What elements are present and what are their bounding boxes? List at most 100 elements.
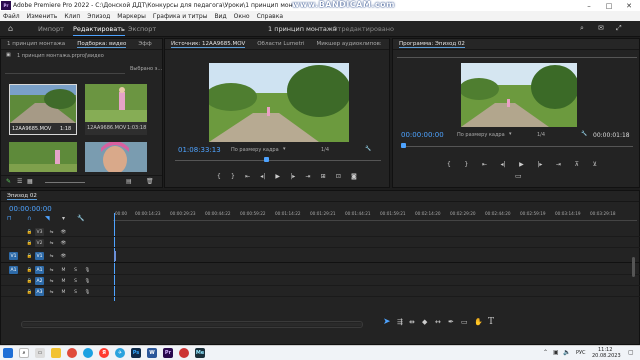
tab-effects[interactable]: Эфф (138, 41, 151, 47)
selection-tool-icon[interactable]: ➤ (383, 317, 391, 327)
timeline-ruler[interactable]: 00:00 00:00:14:23 00:00:29:23 00:00:44:2… (113, 211, 637, 221)
step-forward-icon[interactable]: |▸ (290, 172, 295, 181)
timeline-timecode[interactable]: 00:00:00:00 (9, 205, 52, 213)
sync-lock-icon[interactable]: ⇋ (47, 288, 56, 296)
yandex-icon[interactable]: Я (99, 348, 109, 358)
timeline-vertical-scrollbar[interactable] (631, 227, 636, 299)
list-view-icon[interactable]: ☰ (17, 178, 22, 185)
windows-start-icon[interactable] (3, 348, 13, 358)
source-playhead[interactable] (264, 157, 269, 162)
camera-icon[interactable]: ◙ (351, 172, 357, 181)
search-input[interactable] (5, 65, 125, 74)
program-timecode[interactable]: 00:00:00:00 (401, 131, 444, 139)
notifications-icon[interactable]: ✉ (598, 24, 604, 32)
clip-thumbnail[interactable] (9, 142, 77, 172)
go-to-in-icon[interactable]: ⇤ (482, 160, 487, 169)
new-item-icon[interactable]: ▤ (126, 178, 132, 185)
media-encoder-icon[interactable]: Me (195, 348, 205, 358)
tab-edit[interactable]: Редактировать (73, 25, 125, 36)
type-tool-icon[interactable]: T (488, 317, 494, 327)
menu-graphics[interactable]: Графика и титры (153, 13, 208, 20)
mute-button[interactable]: M (59, 277, 68, 285)
pen-tool-icon[interactable]: ✒ (448, 318, 454, 326)
mark-in-icon[interactable]: { (447, 160, 451, 169)
source-resolution-select[interactable]: 1/4 (321, 147, 329, 153)
pencil-icon[interactable]: ✎ (6, 178, 11, 185)
clip-thumbnail[interactable]: 12AA9685.MOV 1:18 (9, 84, 77, 135)
eye-icon[interactable]: 👁 (59, 239, 68, 247)
track-label[interactable]: A1 (35, 266, 44, 274)
marker-icon[interactable]: ▾ (62, 215, 65, 222)
slip-tool-icon[interactable]: ↔ (435, 318, 441, 326)
track-lock-icon[interactable]: 🔒 (25, 266, 34, 274)
chevron-down-icon[interactable]: ▾ (283, 146, 286, 152)
tab-bin[interactable]: Подборка: видео (77, 41, 127, 48)
home-icon[interactable]: ⌂ (8, 24, 13, 33)
source-patch-a1[interactable]: A1 (9, 266, 18, 274)
clip-thumbnail[interactable] (85, 142, 147, 172)
notification-center-icon[interactable]: ▢ (628, 349, 634, 356)
icon-view-icon[interactable]: ▦ (27, 178, 33, 185)
menu-window[interactable]: Окно (234, 13, 250, 20)
language-indicator[interactable]: РУС (576, 350, 586, 356)
program-playhead[interactable] (401, 143, 406, 148)
clip-on-timeline[interactable] (114, 251, 116, 261)
timeline-horizontal-scrollbar[interactable] (21, 321, 363, 328)
step-forward-icon[interactable]: |▸ (537, 160, 542, 169)
search-icon[interactable]: ⌕ (19, 348, 29, 358)
settings-wrench-icon[interactable]: 🔧 (365, 146, 371, 152)
timeline-wrench-icon[interactable]: 🔧 (77, 215, 84, 222)
play-icon[interactable]: ▶ (519, 160, 524, 169)
track-lock-icon[interactable]: 🔒 (25, 239, 34, 247)
rectangle-tool-icon[interactable]: ▭ (461, 318, 468, 326)
step-back-icon[interactable]: ◂| (500, 160, 505, 169)
track-label[interactable]: V3 (35, 228, 44, 236)
go-to-out-icon[interactable]: ⇥ (305, 172, 310, 181)
track-label[interactable]: V2 (35, 239, 44, 247)
source-video-frame[interactable] (209, 63, 349, 142)
edge-icon[interactable] (83, 348, 93, 358)
source-timecode[interactable]: 01:08:33:13 (178, 146, 221, 154)
solo-button[interactable]: S (71, 266, 80, 274)
mute-button[interactable]: M (59, 288, 68, 296)
file-explorer-icon[interactable] (51, 348, 61, 358)
solo-button[interactable]: S (71, 277, 80, 285)
track-sync-icon[interactable]: ⇋ (47, 252, 56, 260)
track-label[interactable]: A3 (35, 288, 44, 296)
program-resolution-select[interactable]: 1/4 (537, 132, 545, 138)
track-lock-icon[interactable]: 🔒 (25, 228, 34, 236)
program-video-frame[interactable] (461, 63, 577, 127)
source-patch-v1[interactable]: V1 (9, 252, 18, 260)
mute-button[interactable]: M (59, 266, 68, 274)
telegram-icon[interactable]: ✈ (115, 348, 125, 358)
insert-nest-icon[interactable]: ◥ (45, 215, 50, 222)
play-icon[interactable]: ▶ (275, 172, 280, 181)
microphone-icon[interactable]: 🎙 (83, 288, 92, 296)
track-lock-icon[interactable]: 🔒 (25, 277, 34, 285)
track-select-tool-icon[interactable]: ⇶ (397, 318, 403, 326)
lift-icon[interactable]: ⊼ (575, 160, 579, 169)
maximize-button[interactable]: □ (602, 0, 616, 11)
task-view-icon[interactable]: ▭ (35, 348, 45, 358)
track-label[interactable]: V1 (35, 252, 44, 260)
word-icon[interactable]: W (147, 348, 157, 358)
premiere-taskbar-icon[interactable]: Pr (163, 348, 173, 358)
eye-icon[interactable]: 👁 (59, 228, 68, 236)
mark-out-icon[interactable]: } (231, 172, 235, 181)
volume-icon[interactable]: 🔈 (563, 349, 570, 356)
track-sync-icon[interactable]: ⇋ (47, 228, 56, 236)
microphone-icon[interactable]: 🎙 (83, 266, 92, 274)
program-fit-select[interactable]: По размеру кадра (457, 132, 505, 138)
track-label[interactable]: A2 (35, 277, 44, 285)
chrome-icon[interactable] (67, 348, 77, 358)
tab-import[interactable]: Импорт (38, 25, 64, 33)
tab-export[interactable]: Экспорт (128, 25, 156, 33)
menu-view[interactable]: Вид (214, 13, 226, 20)
razor-tool-icon[interactable]: ◆ (422, 318, 427, 326)
track-lock-icon[interactable]: 🔒 (25, 252, 34, 260)
extract-icon[interactable]: ⊻ (593, 160, 597, 169)
solo-button[interactable]: S (71, 288, 80, 296)
program-playhead-bar[interactable] (401, 143, 633, 148)
tray-up-icon[interactable]: ⌃ (543, 349, 548, 356)
hand-tool-icon[interactable]: ✋ (474, 318, 483, 326)
